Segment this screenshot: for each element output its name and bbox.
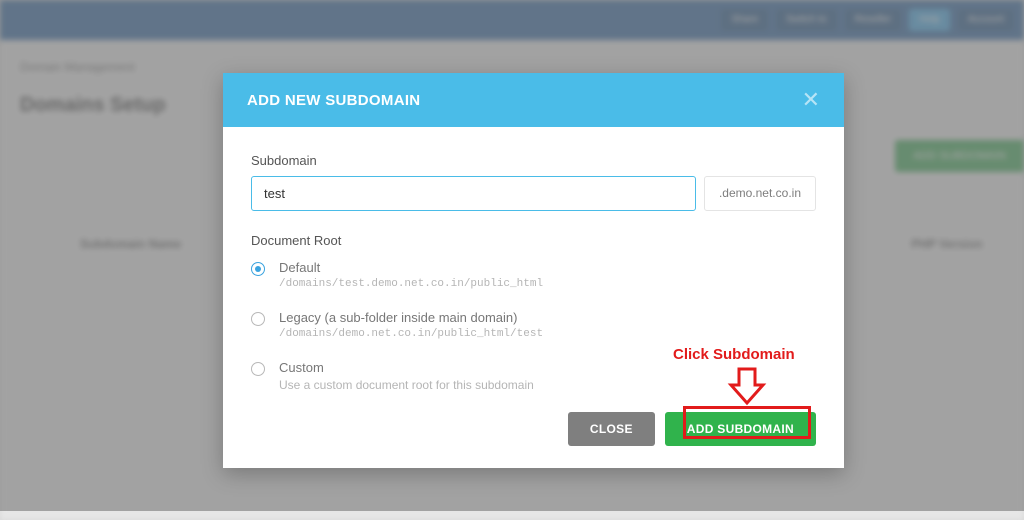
document-root-label: Document Root [251, 233, 816, 248]
radio-icon[interactable] [251, 262, 265, 276]
modal-header: ADD NEW SUBDOMAIN ✕ [223, 73, 844, 127]
radio-subtitle: /domains/test.demo.net.co.in/public_html [279, 278, 543, 290]
radio-title: Custom [279, 360, 534, 375]
radio-title: Legacy (a sub-folder inside main domain) [279, 310, 543, 325]
radio-icon[interactable] [251, 312, 265, 326]
radio-subtitle: /domains/demo.net.co.in/public_html/test [279, 328, 543, 340]
close-button[interactable]: CLOSE [568, 412, 655, 446]
radio-option-legacy[interactable]: Legacy (a sub-folder inside main domain)… [251, 310, 816, 340]
close-icon[interactable]: ✕ [802, 89, 820, 111]
subdomain-input[interactable] [251, 176, 696, 211]
radio-icon[interactable] [251, 362, 265, 376]
domain-suffix: .demo.net.co.in [704, 176, 816, 211]
subdomain-label: Subdomain [251, 153, 816, 168]
radio-subtitle: Use a custom document root for this subd… [279, 378, 534, 392]
add-subdomain-button[interactable]: ADD SUBDOMAIN [665, 412, 816, 446]
add-subdomain-modal: ADD NEW SUBDOMAIN ✕ Subdomain .demo.net.… [223, 73, 844, 468]
radio-title: Default [279, 260, 543, 275]
annotation-text: Click Subdomain [673, 346, 795, 363]
modal-title: ADD NEW SUBDOMAIN [247, 92, 420, 109]
radio-option-default[interactable]: Default /domains/test.demo.net.co.in/pub… [251, 260, 816, 290]
radio-option-custom[interactable]: Custom Use a custom document root for th… [251, 360, 816, 392]
